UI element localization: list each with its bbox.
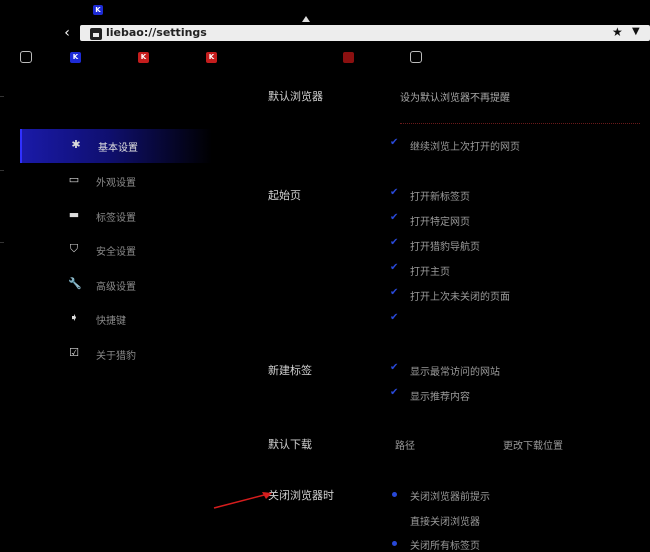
change-download-button[interactable]: 更改下载位置 [503,437,563,452]
check-icon[interactable]: ✔ [390,212,398,223]
check-icon[interactable]: ✔ [390,262,398,273]
sidebar-item-basic[interactable]: ✱ 基本设置 [20,129,212,163]
tabs-icon: ▬ [68,208,80,221]
option-label: 关闭所有标签页 [410,541,480,552]
sidebar-item-label: 关于猎豹 [96,351,136,362]
option-label: 打开主页 [410,267,450,278]
radio-selected-icon[interactable] [392,492,397,497]
option-label: 打开特定网页 [410,217,470,228]
sidebar-item-label: 标签设置 [96,213,136,224]
gear-icon: ✱ [71,138,81,151]
startup-label: 起始页 [268,189,301,202]
check-icon[interactable]: ✔ [390,362,398,373]
default-browser-label: 默认浏览器 [268,90,323,103]
back-button[interactable]: ‹ [58,24,76,42]
download-label: 默认下载 [268,438,312,451]
tab-favicon-icon[interactable]: K [93,5,103,15]
annotation-arrow-icon [213,492,272,509]
check-icon[interactable]: ✔ [390,137,398,148]
check-box-icon: ☑ [69,346,79,359]
wrench-icon: 🔧 [68,277,82,290]
check-icon[interactable]: ✔ [390,312,398,323]
option-label: 继续浏览上次打开的网页 [410,142,520,153]
arrow-icon: ➧ [69,311,79,324]
default-browser-status[interactable]: 设为默认浏览器不再提醒 [400,89,510,104]
tab-strip: K [0,0,650,22]
radio-icon[interactable] [392,541,397,546]
bookmark-item-icon[interactable]: K [70,52,81,63]
new-tab-notch-icon [302,16,310,22]
sidebar-item-tabs[interactable]: ▬ 标签设置 [20,199,210,233]
option-label: 关闭浏览器前提示 [410,492,490,503]
url-text[interactable]: liebao://settings [106,26,207,39]
sidebar-item-label: 高级设置 [96,282,136,293]
bookmark-folder-icon[interactable] [410,51,422,63]
lock-icon [90,28,102,40]
check-icon[interactable]: ✔ [390,237,398,248]
check-icon[interactable]: ✔ [390,187,398,198]
sidebar-item-advanced[interactable]: 🔧 高级设置 [20,268,210,302]
sidebar-item-label: 基本设置 [98,143,138,154]
option-label: 打开上次未关闭的页面 [410,292,510,303]
edge-mark [0,242,4,243]
check-icon[interactable]: ✔ [390,387,398,398]
edge-mark [0,96,4,97]
option-label: 打开新标签页 [410,192,470,203]
option-label: 显示推荐内容 [410,392,470,403]
dotted-divider [400,123,640,125]
option-label: 直接关闭浏览器 [410,517,480,528]
sidebar-item-label: 安全设置 [96,247,136,258]
option-label: 显示最常访问的网站 [410,367,500,378]
sidebar-item-label: 外观设置 [96,178,136,189]
sidebar-item-security[interactable]: ⛉ 安全设置 [20,233,210,267]
bookmarks-bar: K K K [0,44,650,70]
check-icon[interactable]: ✔ [390,287,398,298]
new-tab-label: 新建标签 [268,364,312,377]
bookmark-item-icon[interactable]: K [138,52,149,63]
close-behavior-label: 关闭浏览器时 [268,489,334,502]
sidebar-item-appearance[interactable]: ▭ 外观设置 [20,164,210,198]
download-path-label: 路径 [395,441,415,452]
bookmark-star-icon[interactable]: ★ [612,25,623,39]
monitor-icon: ▭ [68,173,80,186]
bookmark-folder-icon[interactable] [20,51,32,63]
option-label: 打开猎豹导航页 [410,242,480,253]
sidebar-item-shortcuts[interactable]: ➧ 快捷键 [20,302,210,336]
shield-icon: ⛉ [69,242,79,255]
sidebar-item-label: 快捷键 [96,316,126,327]
menu-dropdown-icon[interactable]: ▼ [632,26,640,37]
bookmark-red-icon[interactable] [343,52,354,63]
address-bar-row: ‹ liebao://settings ★ ▼ [48,24,650,42]
bookmark-item-icon[interactable]: K [206,52,217,63]
address-bar[interactable]: liebao://settings ★ ▼ [80,25,650,41]
edge-mark [0,170,4,171]
sidebar-item-about[interactable]: ☑ 关于猎豹 [20,337,210,371]
